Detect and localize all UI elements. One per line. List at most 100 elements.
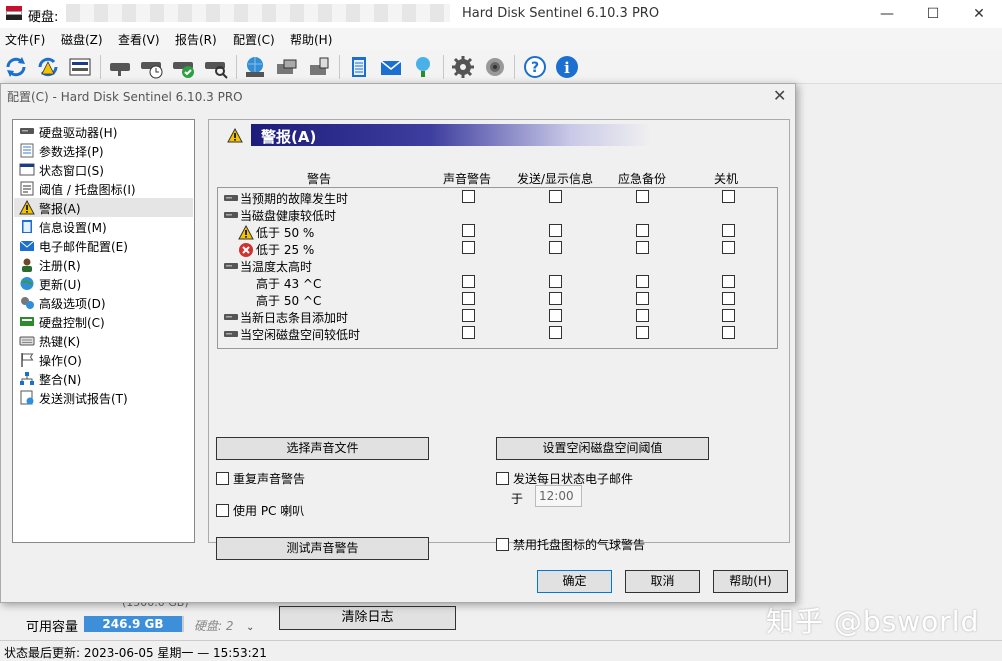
alert-checkbox-message[interactable] <box>549 309 562 322</box>
alert-row-label: 低于 50 % <box>256 226 315 240</box>
nav-item[interactable]: 阈值 / 托盘图标(I) <box>14 179 193 198</box>
test-sound-button[interactable]: 测试声音警告 <box>216 537 429 560</box>
ok-button[interactable]: 确定 <box>537 570 612 593</box>
alert-checkbox-sound[interactable] <box>462 292 475 305</box>
main-title-prefix: 硬盘: <box>28 10 59 25</box>
nav-item[interactable]: 操作(O) <box>14 350 193 369</box>
alert-checkbox-message[interactable] <box>549 292 562 305</box>
nav-item[interactable]: 硬盘驱动器(H) <box>14 122 193 141</box>
alert-checkbox-shutdown[interactable] <box>722 275 735 288</box>
alert-checkbox-message[interactable] <box>549 190 562 203</box>
nav-item[interactable]: 更新(U) <box>14 274 193 293</box>
alert-checkbox-backup[interactable] <box>636 224 649 237</box>
alert-checkbox-shutdown[interactable] <box>722 190 735 203</box>
email-icon[interactable] <box>378 54 404 80</box>
pc-speaker-checkbox[interactable] <box>216 504 229 517</box>
disk-power-icon[interactable] <box>306 54 332 80</box>
disk-icon[interactable] <box>107 54 133 80</box>
disk-check-icon[interactable] <box>171 54 197 80</box>
nav-item[interactable]: 发送测试报告(T) <box>14 388 193 407</box>
alert-checkbox-message[interactable] <box>549 326 562 339</box>
nav-item-label: 发送测试报告(T) <box>39 392 128 406</box>
select-sound-file-button[interactable]: 选择声音文件 <box>216 437 429 460</box>
nav-item[interactable]: 参数选择(P) <box>14 141 193 160</box>
alert-row: 低于 50 % <box>218 223 777 240</box>
alert-checkbox-sound[interactable] <box>462 275 475 288</box>
daily-email-time-input[interactable]: 12:00 <box>535 485 582 507</box>
alert-checkbox-sound[interactable] <box>462 224 475 237</box>
alert-checkbox-backup[interactable] <box>636 292 649 305</box>
menu-file[interactable]: 文件(F) <box>5 31 45 48</box>
set-free-space-threshold-button[interactable]: 设置空闲磁盘空间阈值 <box>496 437 709 460</box>
menu-disk[interactable]: 磁盘(Z) <box>61 31 103 48</box>
alert-checkbox-backup[interactable] <box>636 275 649 288</box>
toolbar-separator <box>100 55 101 79</box>
nav-item[interactable]: 热键(K) <box>14 331 193 350</box>
toolbar-separator <box>339 55 340 79</box>
keyboard-icon <box>19 333 35 348</box>
menu-help[interactable]: 帮助(H) <box>290 31 332 48</box>
alert-checkbox-shutdown[interactable] <box>722 292 735 305</box>
alert-checkbox-sound[interactable] <box>462 241 475 254</box>
help-icon[interactable]: ? <box>522 54 548 80</box>
nav-item[interactable]: 硬盘控制(C) <box>14 312 193 331</box>
alert-checkbox-sound[interactable] <box>462 190 475 203</box>
free-space-bar-rest <box>182 616 184 632</box>
alert-checkbox-shutdown[interactable] <box>722 224 735 237</box>
nav-item[interactable]: 整合(N) <box>14 369 193 388</box>
free-space-bar: 246.9 GB <box>84 616 182 632</box>
alert-checkbox-message[interactable] <box>549 275 562 288</box>
alert-checkbox-shutdown[interactable] <box>722 326 735 339</box>
gear-icon[interactable] <box>450 54 476 80</box>
help-button[interactable]: 帮助(H) <box>713 570 788 593</box>
alert-row: 高于 43 ^C <box>218 274 777 291</box>
disk-clock-icon[interactable] <box>139 54 165 80</box>
nav-item[interactable]: 电子邮件配置(E) <box>14 236 193 255</box>
refresh-warning-icon[interactable] <box>35 54 61 80</box>
info-icon[interactable]: i <box>554 54 580 80</box>
clear-log-button[interactable]: 清除日志 <box>279 606 456 630</box>
daily-email-checkbox[interactable] <box>496 472 509 485</box>
alert-checkbox-sound[interactable] <box>462 309 475 322</box>
column-header-backup: 应急备份 <box>618 172 667 186</box>
disk-search-icon[interactable] <box>203 54 229 80</box>
alert-checkbox-backup[interactable] <box>636 241 649 254</box>
disk-tools-icon[interactable] <box>274 54 300 80</box>
disk-list-icon[interactable] <box>67 54 93 80</box>
repeat-sound-checkbox[interactable] <box>216 472 229 485</box>
cancel-button[interactable]: 取消 <box>625 570 700 593</box>
menu-config[interactable]: 配置(C) <box>233 31 275 48</box>
repeat-sound-option[interactable]: 重复声音警告 <box>216 470 305 487</box>
speaker-icon[interactable] <box>482 54 508 80</box>
refresh-icon[interactable] <box>3 54 29 80</box>
menu-view[interactable]: 查看(V) <box>118 31 160 48</box>
alert-checkbox-sound[interactable] <box>462 326 475 339</box>
alert-checkbox-backup[interactable] <box>636 326 649 339</box>
alert-checkbox-shutdown[interactable] <box>722 309 735 322</box>
alert-checkbox-backup[interactable] <box>636 309 649 322</box>
daily-email-label: 发送每日状态电子邮件 <box>513 472 634 486</box>
alert-checkbox-shutdown[interactable] <box>722 241 735 254</box>
nav-item[interactable]: 注册(R) <box>14 255 193 274</box>
nav-item[interactable]: 高级选项(D) <box>14 293 193 312</box>
disable-balloon-option[interactable]: 禁用托盘图标的气球警告 <box>496 536 645 553</box>
minimize-button[interactable]: — <box>864 0 910 28</box>
maximize-button[interactable]: ☐ <box>910 0 956 28</box>
nav-item[interactable]: 状态窗口(S) <box>14 160 193 179</box>
alert-checkbox-backup[interactable] <box>636 190 649 203</box>
disable-balloon-checkbox[interactable] <box>496 538 509 551</box>
dialog-close-button[interactable]: ✕ <box>773 86 786 105</box>
notepad-icon[interactable] <box>346 54 372 80</box>
alert-checkbox-message[interactable] <box>549 224 562 237</box>
chevron-down-icon[interactable]: ⌄ <box>246 622 254 633</box>
pc-speaker-option[interactable]: 使用 PC 喇叭 <box>216 502 304 519</box>
network-disk-icon[interactable] <box>242 54 268 80</box>
network-icon[interactable] <box>410 54 436 80</box>
menu-report[interactable]: 报告(R) <box>175 31 217 48</box>
pc-speaker-label: 使用 PC 喇叭 <box>233 504 305 518</box>
nav-item[interactable]: 警报(A) <box>14 198 193 217</box>
alert-row-label: 高于 43 ^C <box>256 277 322 291</box>
nav-item[interactable]: 信息设置(M) <box>14 217 193 236</box>
alert-checkbox-message[interactable] <box>549 241 562 254</box>
close-button[interactable]: ✕ <box>956 0 1002 28</box>
